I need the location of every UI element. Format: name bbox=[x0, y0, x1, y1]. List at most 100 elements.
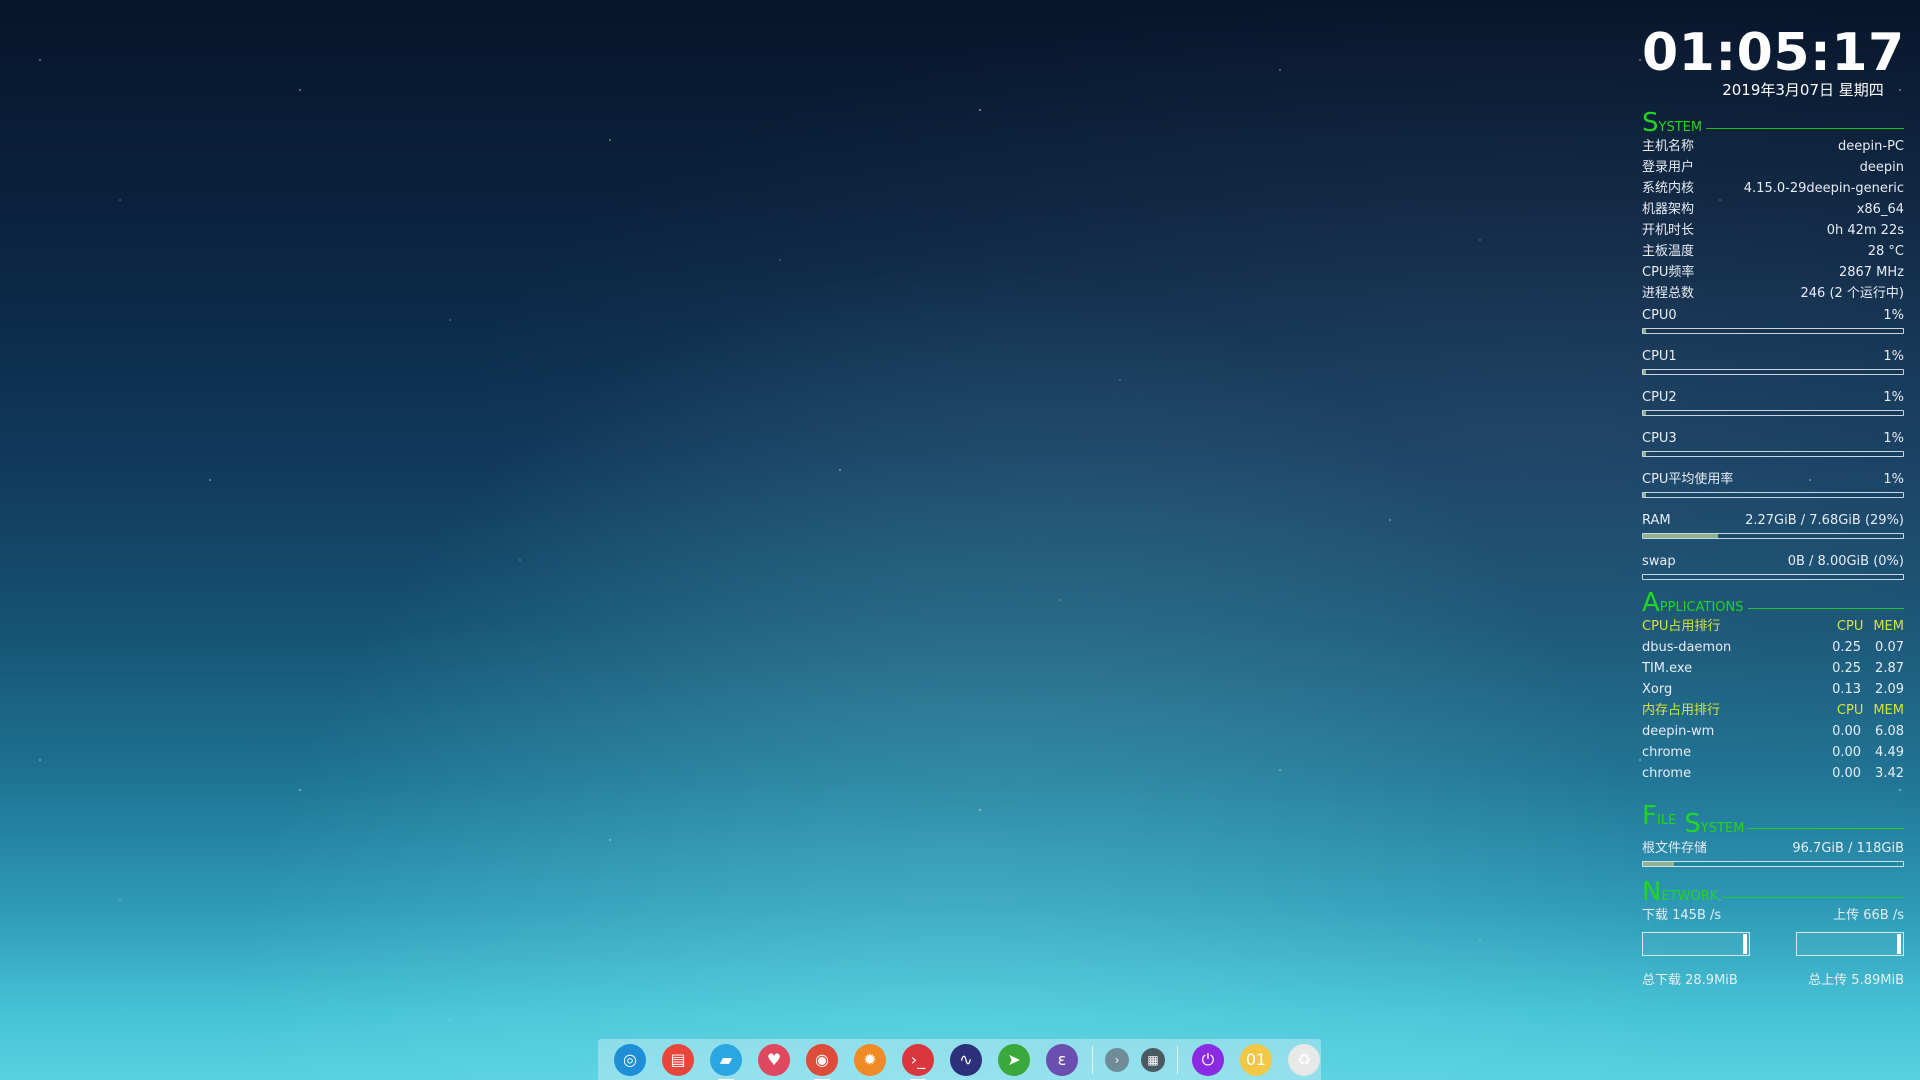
info-value: 2867 MHz bbox=[1838, 265, 1904, 280]
usage-meter bbox=[1642, 574, 1904, 580]
clock-icon[interactable]: 01 bbox=[1240, 1043, 1272, 1076]
telegram-icon[interactable]: ➤ bbox=[998, 1043, 1030, 1076]
power-glyph: ⏻ bbox=[1201, 1049, 1215, 1069]
process-cpu: 0.00 bbox=[1832, 745, 1862, 760]
section-divider bbox=[1748, 828, 1904, 829]
graph-bar bbox=[1743, 934, 1747, 954]
process-row: deepin-wm 0.00 6.08 bbox=[1642, 721, 1904, 742]
network-section-title: Network bbox=[1642, 877, 1719, 907]
system-monitor-widget: 01:05:17 2019年3月07日 星期四 System 主机名称 deepi… bbox=[1642, 22, 1904, 991]
store-icon[interactable]: ♥ bbox=[758, 1043, 790, 1076]
process-cpu: 0.00 bbox=[1832, 724, 1862, 739]
file-system-section-header: File System bbox=[1642, 790, 1904, 837]
process-name: chrome bbox=[1642, 745, 1692, 760]
info-value: 0h 42m 22s bbox=[1826, 223, 1904, 238]
chrome-glyph: ◉ bbox=[815, 1050, 829, 1069]
system-meters-list: CPU0 1% CPU1 1% CPU2 1% CPU3 1% CPU平均使用率 1% RAM 2.2… bbox=[1642, 305, 1904, 580]
process-row: chrome 0.00 4.49 bbox=[1642, 742, 1904, 763]
meter-row: swap 0B / 8.00GiB (0%) bbox=[1642, 551, 1904, 572]
meter-value: 1% bbox=[1883, 308, 1904, 323]
mem-rank-list: deepin-wm 0.00 6.08 chrome 0.00 4.49 chrome 0.0… bbox=[1642, 721, 1904, 784]
process-name: deepin-wm bbox=[1642, 724, 1715, 739]
meter-fill bbox=[1643, 329, 1646, 333]
process-mem: 2.87 bbox=[1875, 661, 1904, 676]
info-label: 机器架构 bbox=[1642, 202, 1695, 217]
info-value: deepin-PC bbox=[1838, 139, 1904, 154]
meter-label: swap bbox=[1642, 554, 1676, 569]
system-monitor-glyph: ∿ bbox=[959, 1050, 973, 1069]
info-value: 4.15.0-29deepin-generic bbox=[1743, 181, 1904, 196]
file-manager-icon[interactable]: ▰ bbox=[710, 1043, 742, 1080]
trash-icon[interactable]: ♻ bbox=[1288, 1043, 1320, 1076]
usage-meter bbox=[1642, 533, 1904, 539]
process-name: chrome bbox=[1642, 766, 1692, 781]
meter-fill bbox=[1643, 534, 1719, 538]
upload-graph bbox=[1796, 932, 1904, 956]
store-glyph: ♥ bbox=[766, 1050, 782, 1069]
keyboard-glyph: ▦ bbox=[1147, 1052, 1159, 1067]
graph-bar bbox=[1897, 934, 1901, 954]
mem-column-label: MEM bbox=[1873, 703, 1904, 718]
tray-expand-icon[interactable]: › bbox=[1105, 1047, 1129, 1072]
keyboard-icon[interactable]: ▦ bbox=[1141, 1047, 1165, 1072]
info-label: 开机时长 bbox=[1642, 223, 1695, 238]
network-section-header: Network bbox=[1642, 879, 1904, 905]
process-stats: 0.00 3.42 bbox=[1818, 763, 1904, 784]
root-storage-value: 96.7GiB / 118GiB bbox=[1792, 841, 1904, 856]
process-name: TIM.exe bbox=[1642, 661, 1693, 676]
process-stats: 0.25 2.87 bbox=[1818, 658, 1904, 679]
dock-separator bbox=[1092, 1045, 1093, 1074]
info-label: 进程总数 bbox=[1642, 286, 1695, 301]
process-row: dbus-daemon 0.25 0.07 bbox=[1642, 637, 1904, 658]
meter-label: CPU3 bbox=[1642, 431, 1677, 446]
download-graph bbox=[1642, 932, 1750, 956]
meter-value: 2.27GiB / 7.68GiB (29%) bbox=[1745, 513, 1904, 528]
chrome-icon[interactable]: ◉ bbox=[806, 1043, 838, 1080]
process-mem: 0.07 bbox=[1875, 640, 1904, 655]
usage-meter bbox=[1642, 492, 1904, 498]
system-info-row: 进程总数 246 (2 个运行中) bbox=[1642, 283, 1904, 304]
cpu-rank-heading: CPU占用排行 bbox=[1642, 619, 1721, 634]
meter-label: CPU平均使用率 bbox=[1642, 472, 1734, 487]
settings-icon[interactable]: ✹ bbox=[854, 1043, 886, 1076]
telegram-glyph: ➤ bbox=[1007, 1050, 1021, 1069]
process-row: Xorg 0.13 2.09 bbox=[1642, 679, 1904, 700]
system-word-title: System bbox=[1684, 809, 1745, 839]
clock-glyph: 01 bbox=[1245, 1050, 1267, 1069]
process-cpu: 0.00 bbox=[1832, 766, 1862, 781]
mem-rank-heading: 内存占用排行 bbox=[1642, 703, 1721, 718]
meter-value: 0B / 8.00GiB (0%) bbox=[1787, 554, 1904, 569]
process-name: dbus-daemon bbox=[1642, 640, 1732, 655]
total-download: 总下载 28.9MiB bbox=[1642, 973, 1738, 988]
system-info-row: 主板温度 28 °C bbox=[1642, 241, 1904, 262]
system-monitor-icon[interactable]: ∿ bbox=[950, 1043, 982, 1076]
emacs-icon[interactable]: ε bbox=[1046, 1043, 1078, 1076]
system-info-row: 开机时长 0h 42m 22s bbox=[1642, 220, 1904, 241]
clock-time: 01:05:17 bbox=[1642, 23, 1905, 83]
info-value: 28 °C bbox=[1867, 244, 1904, 259]
power-icon[interactable]: ⏻ bbox=[1192, 1043, 1224, 1076]
process-cpu: 0.25 bbox=[1832, 640, 1862, 655]
tray-expand-glyph: › bbox=[1114, 1052, 1120, 1067]
info-value: x86_64 bbox=[1856, 202, 1904, 217]
usage-meter bbox=[1642, 328, 1904, 334]
launcher-icon[interactable]: ◎ bbox=[614, 1043, 646, 1076]
meter-value: 1% bbox=[1883, 390, 1904, 405]
meter-row: CPU0 1% bbox=[1642, 305, 1904, 326]
terminal-icon[interactable]: ›_ bbox=[902, 1043, 934, 1080]
info-label: 主板温度 bbox=[1642, 244, 1695, 259]
info-label: 系统内核 bbox=[1642, 181, 1695, 196]
desktop[interactable]: 01:05:17 2019年3月07日 星期四 System 主机名称 deepi… bbox=[0, 0, 1920, 1080]
launcher-glyph: ◎ bbox=[623, 1050, 637, 1069]
process-mem: 6.08 bbox=[1875, 724, 1904, 739]
meter-label: RAM bbox=[1642, 513, 1671, 528]
cpu-column-label: CPU bbox=[1836, 703, 1864, 718]
process-stats: 0.00 6.08 bbox=[1818, 721, 1904, 742]
multitasking-icon[interactable]: ▤ bbox=[662, 1043, 694, 1076]
meter-row: RAM 2.27GiB / 7.68GiB (29%) bbox=[1642, 510, 1904, 531]
applications-section-header: Applications bbox=[1642, 590, 1904, 616]
cpu-rank-list: dbus-daemon 0.25 0.07 TIM.exe 0.25 2.87 Xorg 0.… bbox=[1642, 637, 1904, 700]
usage-meter bbox=[1642, 410, 1904, 416]
applications-section-title: Applications bbox=[1642, 588, 1744, 618]
process-stats: 0.00 4.49 bbox=[1818, 742, 1904, 763]
